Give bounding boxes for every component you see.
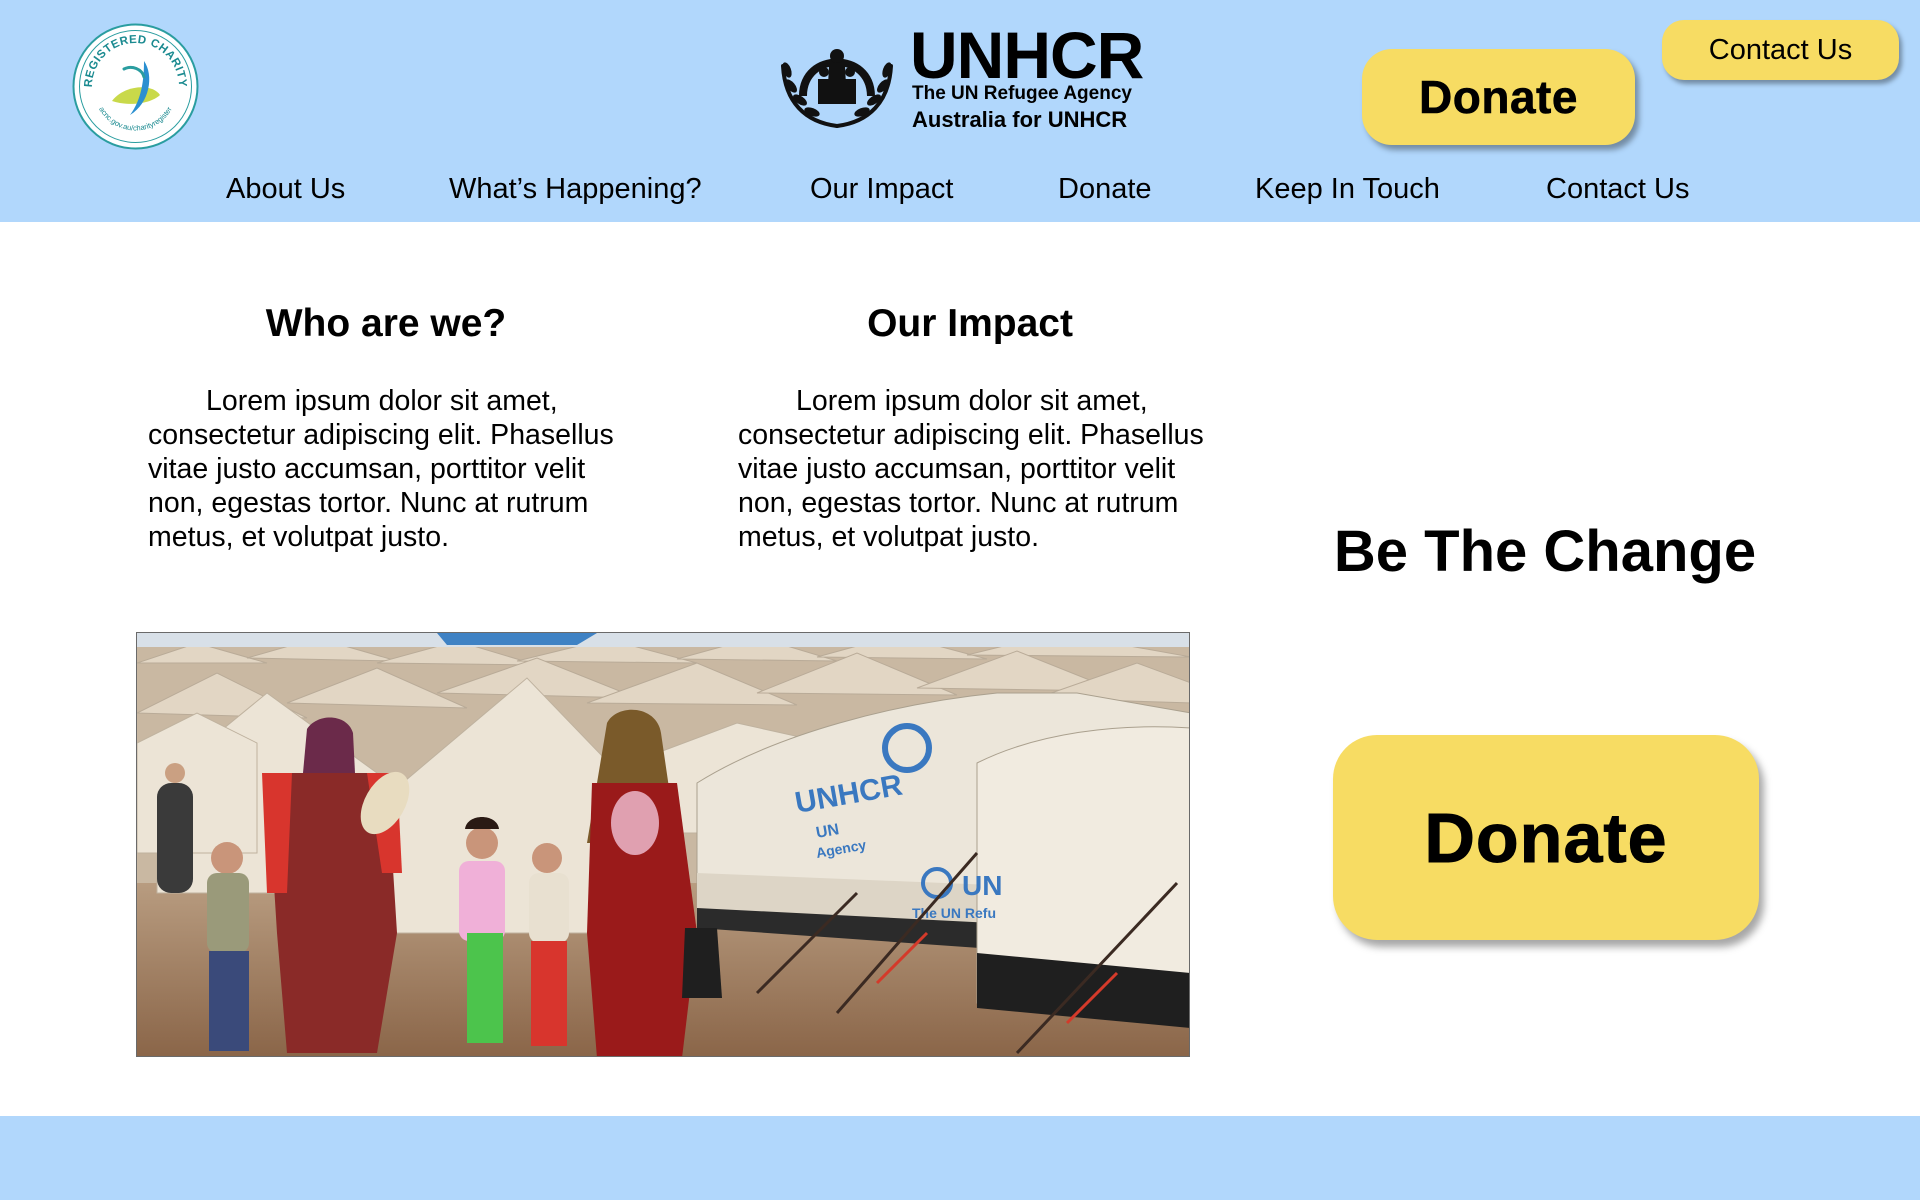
brand-tagline: The UN Refugee Agency — [912, 83, 1132, 104]
nav-item-our-impact[interactable]: Our Impact — [810, 173, 953, 206]
nav-item-keep-in-touch[interactable]: Keep In Touch — [1255, 173, 1440, 206]
nav-item-contact-us[interactable]: Contact Us — [1546, 173, 1689, 206]
tent-un-label-2: UN — [962, 870, 1002, 901]
main-navigation: About Us What’s Happening? Our Impact Do… — [0, 173, 1920, 213]
brand-logo[interactable]: UNHCR The UN Refugee Agency Australia fo… — [775, 22, 1145, 136]
brand-subtitle: Australia for UNHCR — [912, 107, 1128, 132]
nav-item-about-us[interactable]: About Us — [226, 173, 345, 206]
nav-item-whats-happening[interactable]: What’s Happening? — [449, 173, 702, 206]
who-are-we-text: Lorem ipsum dolor sit amet, consectetur … — [148, 385, 614, 553]
brand-name: UNHCR — [910, 18, 1144, 92]
who-are-we-heading: Who are we? — [265, 302, 507, 345]
refugee-camp-photo: UNHCR UN Agency UN The UN Refu — [136, 632, 1190, 1057]
our-impact-heading: Our Impact — [867, 302, 1073, 345]
site-footer — [0, 1116, 1920, 1200]
our-impact-text: Lorem ipsum dolor sit amet, consectetur … — [738, 385, 1204, 553]
unhcr-emblem-icon — [781, 49, 893, 128]
header-contact-button[interactable]: Contact Us — [1662, 20, 1899, 80]
be-the-change-heading: Be The Change — [1333, 519, 1757, 584]
registered-charity-icon[interactable]: REGISTERED CHARITY acnc.gov.au/charityre… — [72, 23, 199, 150]
nav-item-donate[interactable]: Donate — [1058, 173, 1152, 206]
main-donate-button[interactable]: Donate — [1333, 735, 1759, 940]
header-donate-button[interactable]: Donate — [1362, 49, 1635, 145]
